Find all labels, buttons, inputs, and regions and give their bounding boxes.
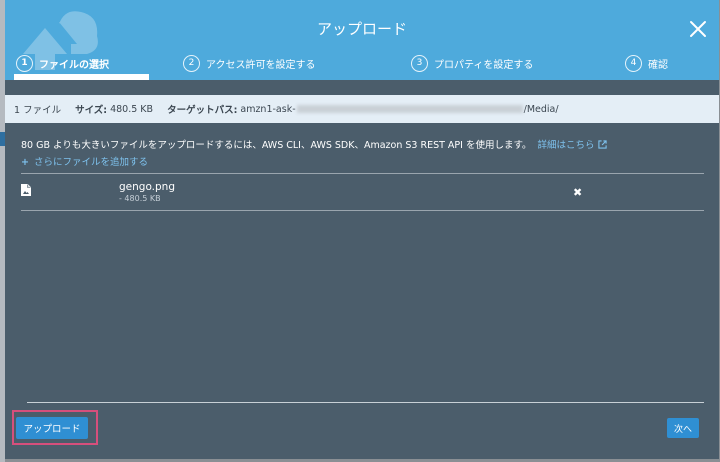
step-select-files[interactable]: 1 ファイルの選択	[16, 52, 109, 74]
divider	[21, 173, 704, 174]
target-path-suffix: /Media/	[523, 103, 559, 115]
external-link-icon	[597, 140, 607, 149]
step-label: 確認	[648, 59, 668, 71]
upload-info-bar: 1 ファイル サイズ: 480.5 KB ターゲットパス: amzn1-ask-…	[5, 95, 719, 123]
target-path-label: ターゲットパス:	[167, 105, 238, 116]
step-label: アクセス許可を設定する	[206, 59, 316, 71]
size-value: 480.5 KB	[110, 103, 154, 115]
step-label: ファイルの選択	[39, 59, 109, 71]
step-review[interactable]: 4 確認	[625, 52, 668, 74]
file-size: - 480.5 KB	[119, 194, 161, 203]
size-label: サイズ:	[75, 105, 108, 116]
large-file-notice: 80 GB よりも大きいファイルをアップロードするには、AWS CLI、AWS …	[21, 137, 607, 151]
step-label: プロパティを設定する	[434, 59, 534, 71]
upload-modal: アップロード 1 ファイルの選択 2 アクセス許可を設定する 3 プロパティを設…	[5, 0, 719, 459]
remove-file-icon[interactable]: ✖	[573, 186, 582, 199]
next-button[interactable]: 次へ	[667, 418, 699, 438]
wizard-steps: 1 ファイルの選択 2 アクセス許可を設定する 3 プロパティを設定する 4 確…	[5, 52, 719, 74]
footer-divider	[27, 402, 704, 403]
notice-text: 80 GB よりも大きいファイルをアップロードするには、AWS CLI、AWS …	[21, 140, 532, 151]
upload-button[interactable]: アップロード	[16, 417, 88, 439]
file-name: gengo.png	[119, 181, 176, 193]
close-icon[interactable]	[689, 20, 707, 38]
modal-header: アップロード 1 ファイルの選択 2 アクセス許可を設定する 3 プロパティを設…	[5, 0, 719, 80]
file-count: 1 ファイル	[14, 105, 62, 116]
add-more-files-link[interactable]: + さらにファイルを追加する	[21, 154, 148, 168]
target-path-prefix: amzn1-ask-	[240, 103, 296, 115]
learn-more-link[interactable]: 詳細はこちら	[538, 140, 607, 151]
image-file-icon	[21, 184, 31, 196]
active-step-indicator	[14, 74, 149, 80]
modal-title: アップロード	[316, 20, 407, 38]
redacted-bucket-name	[296, 105, 523, 113]
divider	[21, 210, 704, 211]
step-properties[interactable]: 3 プロパティを設定する	[411, 52, 533, 74]
plus-icon: +	[21, 157, 29, 168]
step-permissions[interactable]: 2 アクセス許可を設定する	[183, 52, 316, 74]
